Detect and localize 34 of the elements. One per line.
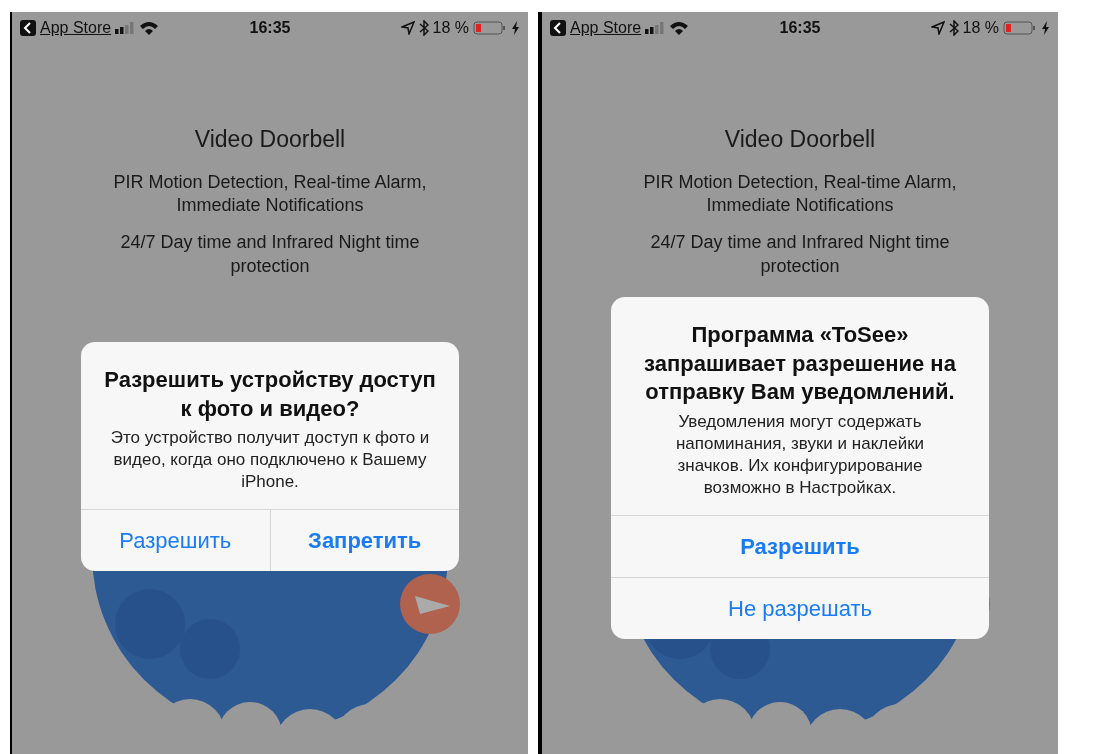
signal-icon — [645, 22, 666, 34]
feature-text: PIR Motion Detection, Real-time Alarm, Immediate Notifications — [112, 170, 428, 217]
bluetooth-icon — [418, 20, 429, 36]
alert-title: Программа «ToSee» запрашивает разрешение на отправку Вам уведомлений. — [643, 321, 957, 407]
back-link[interactable]: App Store — [40, 16, 112, 40]
location-arrow-icon — [930, 21, 945, 35]
signal-icon — [115, 22, 136, 34]
battery-percent: 18 % — [962, 18, 999, 38]
battery-icon — [1003, 20, 1037, 36]
back-chevron-icon — [550, 20, 566, 36]
status-time: 16:35 — [779, 18, 821, 38]
alert-button[interactable]: Запретить — [269, 509, 459, 572]
charging-bolt-icon — [511, 21, 520, 35]
app-title: Video Doorbell — [193, 125, 347, 154]
wifi-icon — [669, 20, 690, 36]
back-chevron-icon — [20, 20, 36, 36]
alert-button[interactable]: Разрешить — [611, 515, 989, 578]
charging-bolt-icon — [1041, 21, 1050, 35]
feature-text: 24/7 Day time and Infrared Night time protection — [119, 231, 421, 278]
alert-button[interactable]: Разрешить — [81, 509, 270, 572]
feature-text: PIR Motion Detection, Real-time Alarm, Immediate Notifications — [642, 170, 958, 217]
bluetooth-icon — [948, 20, 959, 36]
alert-message: Это устройство получит доступ к фото и видео, когда оно подключено к Вашему iPhone. — [109, 427, 431, 494]
battery-percent: 18 % — [432, 18, 469, 38]
alert-button[interactable]: Не разрешать — [611, 577, 989, 640]
feature-text: 24/7 Day time and Infrared Night time protection — [649, 231, 951, 278]
back-link[interactable]: App Store — [570, 16, 642, 40]
app-title: Video Doorbell — [723, 125, 877, 154]
wifi-icon — [139, 20, 160, 36]
location-arrow-icon — [400, 21, 415, 35]
battery-icon — [473, 20, 507, 36]
alert-title: Разрешить устройству доступ к фото и видео? — [103, 366, 437, 423]
status-time: 16:35 — [249, 18, 291, 38]
alert-message: Уведомления могут содержать напоминания, звуки и наклейки значков. Их конфигурирование возможно в Настройках. — [674, 410, 926, 500]
